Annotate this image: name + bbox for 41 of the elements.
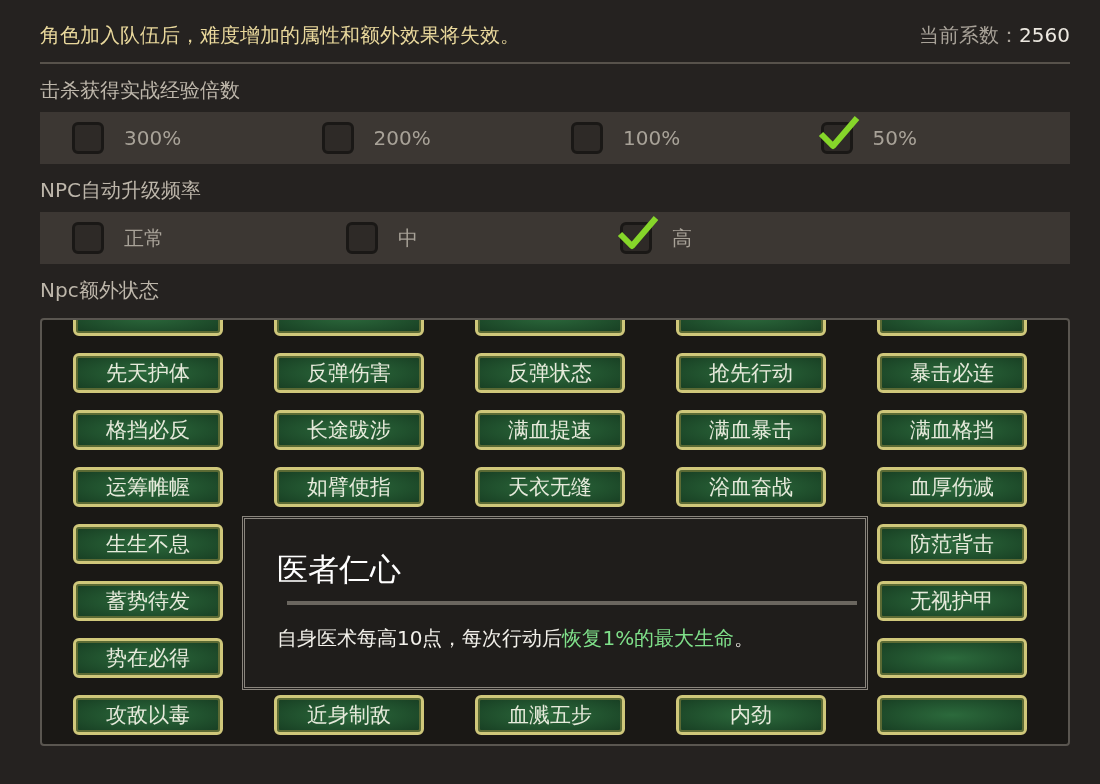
status-button[interactable]: 暴击必连 <box>877 353 1027 393</box>
option-label: 高 <box>672 224 692 252</box>
section-title: NPC自动升级频率 <box>40 176 202 204</box>
status-button[interactable]: 防范背击 <box>877 524 1027 564</box>
status-button[interactable]: 势在必得 <box>73 638 223 678</box>
tooltip-title: 医者仁心 <box>277 550 402 589</box>
status-button[interactable]: 反弹状态 <box>475 353 625 393</box>
option-label: 300% <box>124 126 182 150</box>
status-button[interactable]: 格挡必反 <box>73 410 223 450</box>
status-button[interactable]: 蓄势待发 <box>73 581 223 621</box>
status-button[interactable]: 满血提速 <box>475 410 625 450</box>
status-button[interactable]: 生生不息 <box>73 524 223 564</box>
status-button[interactable]: 先天护体 <box>73 353 223 393</box>
coefficient-value: 2560 <box>1019 23 1070 47</box>
option-label: 正常 <box>124 224 164 252</box>
status-button[interactable]: 内劲 <box>676 695 826 735</box>
status-button[interactable] <box>877 638 1027 678</box>
option-label: 中 <box>398 224 418 252</box>
status-button[interactable]: 血溅五步 <box>475 695 625 735</box>
section-title: 击杀获得实战经验倍数 <box>40 76 241 104</box>
status-button[interactable]: 攻敌以毒 <box>73 695 223 735</box>
status-button[interactable]: 无视护甲 <box>877 581 1027 621</box>
status-button[interactable]: 满血暴击 <box>676 410 826 450</box>
status-button[interactable] <box>877 695 1027 735</box>
tooltip-description: 自身医术每高10点，每次行动后恢复1%的最大生命。 <box>277 625 756 652</box>
status-button[interactable]: 浴血奋战 <box>676 467 826 507</box>
status-button[interactable]: 满血格挡 <box>877 410 1027 450</box>
status-button[interactable]: 天衣无缝 <box>475 467 625 507</box>
option-label: 100% <box>623 126 681 150</box>
status-button[interactable]: 如臂使指 <box>274 467 424 507</box>
coefficient-label: 当前系数： <box>919 21 1020 49</box>
status-button[interactable]: 血厚伤减 <box>877 467 1027 507</box>
option-label: 50% <box>872 126 917 150</box>
status-button[interactable]: 长途跋涉 <box>274 410 424 450</box>
status-button[interactable]: 反弹伤害 <box>274 353 424 393</box>
status-button[interactable]: 运筹帷幄 <box>73 467 223 507</box>
option-label: 200% <box>373 126 431 150</box>
status-button[interactable]: 抢先行动 <box>676 353 826 393</box>
section-title: Npc额外状态 <box>40 276 160 304</box>
status-button[interactable]: 近身制敌 <box>274 695 424 735</box>
notice-text: 角色加入队伍后，难度增加的属性和额外效果将失效。 <box>40 21 520 49</box>
